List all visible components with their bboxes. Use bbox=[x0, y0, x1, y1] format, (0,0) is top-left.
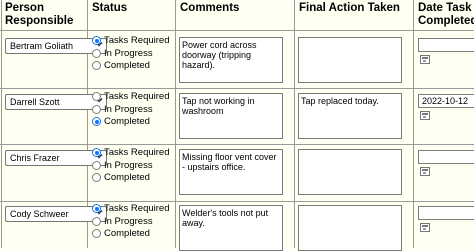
date-completed-input[interactable] bbox=[418, 38, 474, 52]
calendar-icon[interactable] bbox=[420, 55, 430, 64]
person-select-value: Chris Frazer bbox=[10, 153, 60, 163]
date-completed-input[interactable]: 2022-10-12 bbox=[418, 94, 474, 108]
date-completed-input[interactable] bbox=[418, 206, 474, 220]
status-option-label: Completed bbox=[104, 60, 150, 71]
header-status: Status bbox=[92, 2, 128, 14]
status-radio[interactable] bbox=[92, 92, 101, 101]
calendar-icon[interactable] bbox=[420, 167, 430, 176]
status-radio[interactable] bbox=[92, 61, 101, 70]
column-divider bbox=[294, 0, 295, 248]
status-radio[interactable] bbox=[92, 173, 101, 182]
final-action-textarea[interactable] bbox=[298, 205, 402, 251]
comments-textarea[interactable]: Missing floor vent cover - upstairs offi… bbox=[179, 149, 283, 195]
row-divider bbox=[0, 201, 474, 202]
status-option-label: Tasks Required bbox=[104, 147, 170, 158]
column-divider bbox=[175, 0, 176, 248]
person-select-value: Bertram Goliath bbox=[10, 41, 74, 51]
final-action-textarea[interactable]: Tap replaced today. bbox=[298, 93, 402, 139]
status-radio[interactable] bbox=[92, 36, 101, 45]
column-divider bbox=[413, 0, 414, 248]
header-final-action-taken: Final Action Taken bbox=[299, 2, 400, 14]
comments-text: Welder's tools not put away. bbox=[182, 208, 269, 228]
person-select-value: Darrell Szott bbox=[10, 97, 60, 107]
header-person-responsible: Person Responsible bbox=[5, 2, 74, 27]
row-divider bbox=[0, 88, 474, 89]
column-divider bbox=[1, 0, 2, 248]
status-radio[interactable] bbox=[92, 216, 101, 226]
final-action-textarea[interactable] bbox=[298, 37, 402, 83]
row-divider bbox=[0, 144, 474, 145]
comments-textarea[interactable]: Power cord across doorway (tripping haza… bbox=[179, 37, 283, 83]
row-divider bbox=[0, 30, 474, 31]
calendar-icon[interactable] bbox=[420, 111, 430, 120]
status-option-label: Completed bbox=[104, 172, 150, 183]
status-radio[interactable] bbox=[92, 229, 101, 238]
status-radio[interactable] bbox=[92, 204, 101, 213]
status-option-label: Completed bbox=[104, 228, 150, 239]
comments-textarea[interactable]: Tap not working in washroom bbox=[179, 93, 283, 139]
final-action-textarea[interactable] bbox=[298, 149, 402, 195]
status-option-label: Tasks Required bbox=[104, 35, 170, 46]
status-option-label: In Progress bbox=[104, 47, 153, 59]
calendar-icon[interactable] bbox=[420, 223, 430, 232]
status-option-label: Tasks Required bbox=[104, 203, 170, 214]
comments-textarea[interactable]: Welder's tools not put away. bbox=[179, 205, 283, 251]
status-option-label: In Progress bbox=[104, 103, 153, 115]
status-option-label: In Progress bbox=[104, 159, 153, 171]
status-option-label: Tasks Required bbox=[104, 91, 170, 102]
status-radio[interactable] bbox=[92, 48, 101, 58]
date-completed-input[interactable] bbox=[418, 150, 474, 164]
comments-text: Power cord across doorway (tripping haza… bbox=[182, 40, 257, 70]
status-radio[interactable] bbox=[92, 160, 101, 170]
status-radio[interactable] bbox=[92, 148, 101, 157]
header-comments: Comments bbox=[180, 2, 240, 14]
status-option-label: In Progress bbox=[104, 215, 153, 227]
header-date-task-completed: Date Task Completed bbox=[418, 2, 474, 27]
status-radio[interactable] bbox=[92, 117, 101, 126]
person-select-value: Cody Schweer bbox=[10, 209, 69, 219]
final-action-text: Tap replaced today. bbox=[301, 96, 379, 106]
status-radio[interactable] bbox=[92, 104, 101, 114]
date-completed-value: 2022-10-12 bbox=[422, 96, 469, 106]
comments-text: Tap not working in washroom bbox=[182, 96, 255, 116]
comments-text: Missing floor vent cover - upstairs offi… bbox=[182, 152, 277, 172]
status-option-label: Completed bbox=[104, 116, 150, 127]
